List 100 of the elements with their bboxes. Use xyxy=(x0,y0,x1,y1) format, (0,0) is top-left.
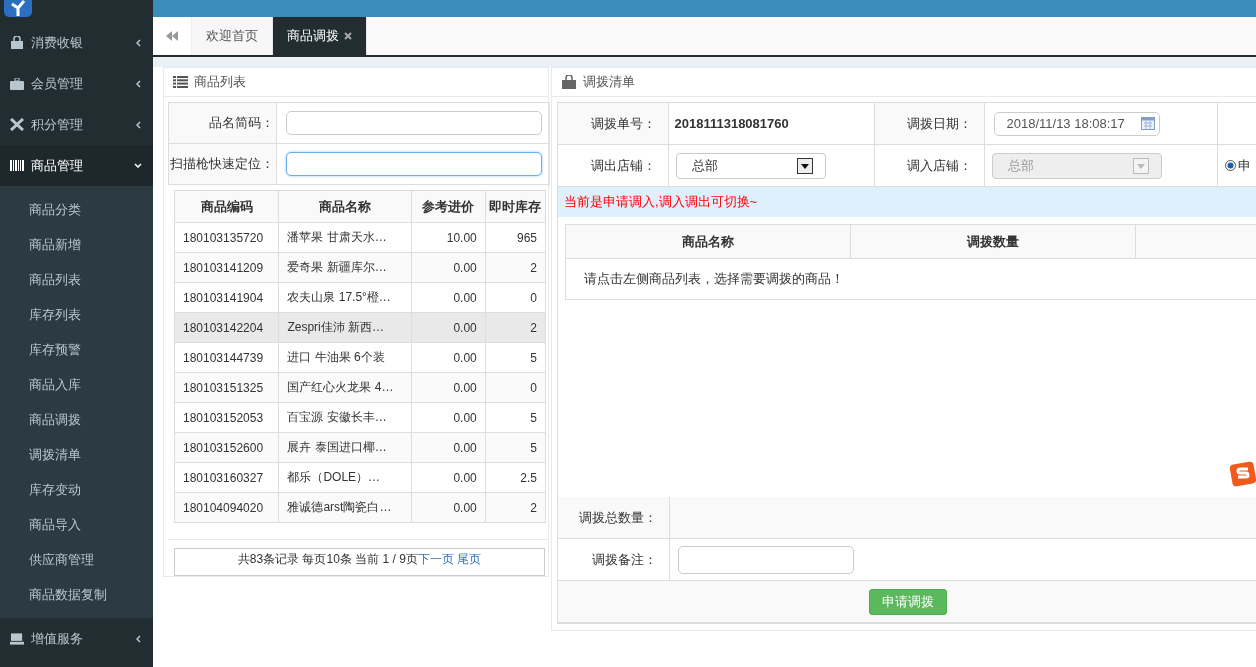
table-cell: 国产红心火龙果 4… xyxy=(278,372,412,403)
date-field[interactable]: 2018/11/13 18:08:17 xyxy=(993,111,1160,136)
field-label: 调拨备注： xyxy=(558,538,670,581)
sidebar-submenu-item[interactable]: 商品新增 xyxy=(0,227,153,262)
table-cell: 5 xyxy=(485,342,546,373)
table-cell: 0.00 xyxy=(411,312,486,343)
sidebar-menu-item[interactable]: 会员管理 xyxy=(0,63,153,104)
sidebar-menu-item[interactable]: 商品管理 xyxy=(0,145,153,186)
table-cell: 百宝源 安徽长丰… xyxy=(278,402,412,433)
sidebar-submenu-item[interactable]: 商品数据复制 xyxy=(0,577,153,612)
table-cell: 965 xyxy=(485,222,546,253)
tab[interactable]: 商品调拨 xyxy=(273,17,367,55)
table-cell: 0.00 xyxy=(411,252,486,283)
column-header: 参考进价 xyxy=(411,190,486,223)
chevron-down-icon xyxy=(134,163,142,168)
input-field[interactable] xyxy=(286,152,542,176)
chevron-left-icon xyxy=(135,79,141,88)
panel-title: 商品列表 xyxy=(194,73,246,91)
table-cell: 180104094020 xyxy=(174,492,279,523)
chevron-left-icon xyxy=(135,634,141,643)
radio-button-icon[interactable] xyxy=(1224,160,1236,171)
sidebar-submenu-item[interactable]: 库存变动 xyxy=(0,472,153,507)
column-header: 调拨数量 xyxy=(850,224,1136,259)
table-cell: 潘苹果 甘肃天水… xyxy=(278,222,412,253)
sidebar-menu-item[interactable]: 积分管理 xyxy=(0,104,153,145)
pagination-summary: 共83条记录 每页10条 当前 1 / 9页 xyxy=(237,552,418,566)
table-cell: 0.00 xyxy=(411,462,486,493)
table-cell: 0.00 xyxy=(411,282,486,313)
table-cell: 进口 牛油果 6个装 xyxy=(278,342,412,373)
table-cell: 雅诚德arst陶瓷白… xyxy=(278,492,412,523)
table-cell: 180103135720 xyxy=(174,222,279,253)
table-cell: 2 xyxy=(485,252,546,283)
sidebar-submenu-item[interactable]: 商品入库 xyxy=(0,367,153,402)
table-cell: 180103160327 xyxy=(174,462,279,493)
field-label: 品名简码： xyxy=(168,102,277,144)
table-cell: 180103142204 xyxy=(174,312,279,343)
sidebar-submenu-item[interactable]: 商品列表 xyxy=(0,262,153,297)
table-cell: 180103151325 xyxy=(174,372,279,403)
column-header: 商品名称 xyxy=(565,224,851,259)
table-cell: 2 xyxy=(485,492,546,523)
order-number: 2018111318081760 xyxy=(668,103,874,145)
table-cell: 0.00 xyxy=(411,342,486,373)
sidebar-submenu-item[interactable]: 库存列表 xyxy=(0,297,153,332)
sidebar-submenu-item[interactable]: 商品调拨 xyxy=(0,402,153,437)
table-cell: 2 xyxy=(485,312,546,343)
panel-title: 调拨清单 xyxy=(583,73,635,91)
store-select[interactable]: 总部 xyxy=(675,152,826,179)
field-label: 调出店铺： xyxy=(558,144,668,187)
list-icon xyxy=(173,76,188,88)
calendar-icon[interactable] xyxy=(1140,117,1155,130)
sidebar-submenu-item[interactable]: 调拨清单 xyxy=(0,437,153,472)
field-label: 调入店铺： xyxy=(874,144,984,187)
chevron-left-icon xyxy=(135,120,141,129)
table-cell: 180103141209 xyxy=(174,252,279,283)
sidebar-submenu-item[interactable]: 供应商管理 xyxy=(0,542,153,577)
table-cell: 0.00 xyxy=(411,372,486,403)
field-label: 调拨单号： xyxy=(558,103,668,145)
ime-s-icon[interactable] xyxy=(1229,461,1256,487)
table-cell: 爱奇果 新疆库尔… xyxy=(278,252,412,283)
bag-icon xyxy=(10,36,24,49)
table-cell: 2.5 xyxy=(485,462,546,493)
briefcase-icon xyxy=(10,77,24,90)
notice-text: 当前是申请调入,调入调出可切换~ xyxy=(558,187,1256,217)
sidebar-submenu-item[interactable]: 库存预警 xyxy=(0,332,153,367)
crossed-tools-icon xyxy=(10,118,24,131)
table-cell: 180103152600 xyxy=(174,432,279,463)
shopping-bag-icon xyxy=(561,75,577,89)
table-cell: 5 xyxy=(485,402,546,433)
sidebar-submenu-item[interactable]: 商品分类 xyxy=(0,192,153,227)
table-cell: 180103144739 xyxy=(174,342,279,373)
table-cell: 0.00 xyxy=(411,432,486,463)
sidebar-menu-item[interactable]: 消费收银 xyxy=(0,22,153,63)
table-cell: 180103152053 xyxy=(174,402,279,433)
sidebar-menu-item[interactable]: 增值服务 xyxy=(0,618,153,659)
column-header: 商品编码 xyxy=(174,190,279,223)
pagination-link[interactable]: 下一页 xyxy=(417,552,454,566)
table-cell: 5 xyxy=(485,432,546,463)
remark-field[interactable] xyxy=(678,545,854,574)
sidebar-submenu-item[interactable]: 商品导入 xyxy=(0,507,153,542)
column-header: 商品名称 xyxy=(278,190,412,223)
table-cell: 0 xyxy=(485,372,546,403)
double-arrow-left-icon[interactable] xyxy=(166,31,178,41)
table-cell: 0.00 xyxy=(411,402,486,433)
column-header: 即时库存 xyxy=(485,190,546,223)
close-icon[interactable] xyxy=(344,32,352,40)
barcode-icon xyxy=(10,160,24,171)
pagination-link[interactable]: 尾页 xyxy=(457,552,482,566)
table-cell: 都乐（DOLE）… xyxy=(278,462,412,493)
field-label: 调拨总数量： xyxy=(558,497,670,539)
empty-message: 请点击左侧商品列表，选择需要调拨的商品！ xyxy=(565,258,1256,300)
table-cell: 0 xyxy=(485,282,546,313)
field-label: 调拨日期： xyxy=(874,103,984,145)
chevron-left-icon xyxy=(135,38,141,47)
field-label: 扫描枪快速定位： xyxy=(168,143,277,185)
input-field[interactable] xyxy=(286,111,542,135)
table-cell: 10.00 xyxy=(411,222,486,253)
table-cell: 180103141904 xyxy=(174,282,279,313)
table-cell: 0.00 xyxy=(411,492,486,523)
laptop-icon xyxy=(10,632,24,645)
table-cell: 农夫山泉 17.5°橙… xyxy=(278,282,412,313)
